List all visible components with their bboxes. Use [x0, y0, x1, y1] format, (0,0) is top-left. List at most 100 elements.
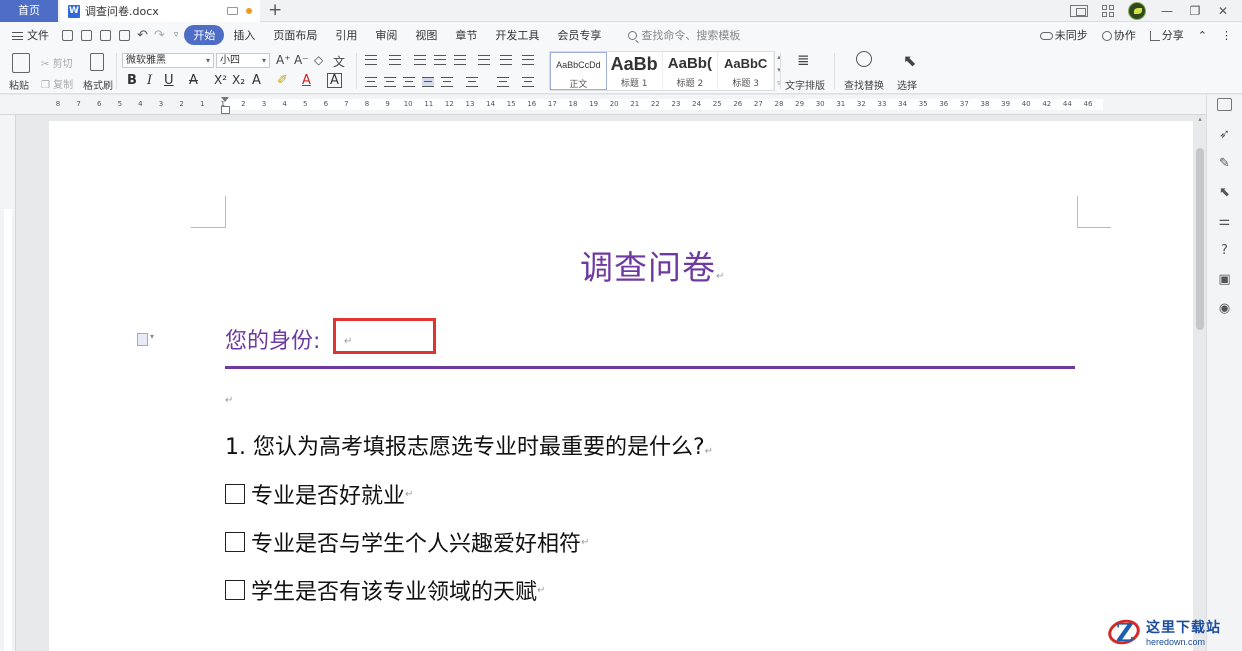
print-icon[interactable]	[100, 29, 111, 41]
paste-icon[interactable]	[12, 53, 30, 73]
paste-button[interactable]: 粘贴	[9, 77, 29, 92]
document-tab[interactable]: W 调查问卷.docx	[60, 0, 260, 22]
apps-grid-icon[interactable]	[1102, 5, 1114, 17]
horizontal-ruler[interactable]: 8 7 6 5 4 3 2 1 1 2 3 4 5 6 7 8 9 10 11 12 13 14 15 16 17 18 19 20 2…	[0, 95, 1206, 115]
location-icon[interactable]: ◉	[1217, 301, 1232, 316]
increase-indent-icon[interactable]	[434, 55, 446, 65]
home-tab[interactable]: 首页	[0, 0, 58, 22]
clear-format-button[interactable]: ◇	[314, 53, 323, 67]
char-border-button[interactable]: A	[327, 73, 342, 88]
minimize-button[interactable]: —	[1160, 4, 1174, 18]
style-heading-1[interactable]: AaBb 标题 1	[607, 52, 663, 90]
align-center-icon[interactable]	[384, 77, 396, 87]
customize-icon[interactable]: ▿	[174, 30, 179, 40]
underline-button[interactable]: U	[164, 73, 174, 88]
document-title[interactable]: 调查问卷↵	[580, 241, 725, 289]
layout-icon[interactable]	[1070, 5, 1088, 17]
tab-page-layout[interactable]: 页面布局	[264, 27, 326, 43]
paragraph-anchor-icon[interactable]	[137, 332, 157, 347]
rocket-icon[interactable]: ➶	[1217, 127, 1232, 142]
cursor-icon[interactable]: ⬉	[1217, 185, 1232, 200]
shading-icon[interactable]	[497, 77, 509, 87]
align-left-icon[interactable]	[365, 77, 377, 87]
align-right-icon[interactable]	[403, 77, 415, 87]
copy-button[interactable]: ❐ 复制	[41, 76, 73, 91]
text-layout-button[interactable]: 文字排版	[785, 77, 825, 92]
justify-icon[interactable]	[422, 77, 434, 87]
line-spacing-icon[interactable]	[466, 77, 478, 87]
numbering-icon[interactable]	[389, 55, 401, 65]
settings-sliders-icon[interactable]: ⚌	[1217, 214, 1232, 229]
text-layout-icon[interactable]: ≣	[797, 51, 810, 69]
monitor-icon[interactable]	[227, 7, 238, 15]
phonetic-button[interactable]: 文	[333, 53, 345, 70]
tab-member[interactable]: 会员专享	[548, 27, 610, 43]
document-page[interactable]: 调查问卷↵ 您的身份: ↵ ↵ 1. 您认为高考填报志愿选专业时最重要的是什么?…	[49, 121, 1193, 651]
more-icon[interactable]: ⋮	[1221, 29, 1232, 42]
superscript-button[interactable]: X²	[214, 73, 227, 87]
style-normal[interactable]: AaBbCcDd 正文	[550, 52, 607, 90]
find-replace-button[interactable]: 查找替换	[844, 77, 884, 92]
format-painter-button[interactable]: 格式刷	[83, 77, 113, 92]
sort-icon[interactable]	[478, 55, 490, 65]
tab-insert[interactable]: 插入	[224, 27, 264, 43]
bullets-icon[interactable]	[365, 55, 377, 65]
show-marks-icon[interactable]	[500, 55, 512, 65]
option-3[interactable]: 学生是否有该专业领域的天赋 ↵	[225, 574, 545, 606]
font-grow-button[interactable]: A⁺	[276, 53, 291, 67]
font-name-select[interactable]: 微软雅黑 ▾	[122, 53, 214, 68]
style-gallery-scroll[interactable]: ▴ ▾ ▿	[775, 51, 783, 91]
distribute-icon[interactable]	[441, 77, 453, 87]
checkbox[interactable]	[225, 484, 245, 504]
font-shrink-button[interactable]: A⁻	[294, 53, 309, 67]
option-1[interactable]: 专业是否好就业 ↵	[225, 478, 413, 510]
chinese-layout-icon[interactable]	[454, 55, 466, 65]
strikethrough-button[interactable]: A	[189, 73, 198, 88]
checkbox[interactable]	[225, 580, 245, 600]
panel-toggle-icon[interactable]	[1217, 98, 1232, 111]
tab-stops-icon[interactable]	[522, 55, 534, 65]
help-icon[interactable]: ?	[1217, 243, 1232, 258]
collab-button[interactable]: 协作	[1101, 27, 1136, 43]
avatar[interactable]	[1128, 2, 1146, 20]
pen-icon[interactable]: ✎	[1217, 156, 1232, 171]
close-button[interactable]: ✕	[1216, 4, 1230, 18]
scrollbar-thumb[interactable]	[1196, 148, 1204, 330]
font-color-button[interactable]: A	[302, 73, 311, 88]
cut-button[interactable]: ✂ 剪切	[41, 55, 73, 70]
redo-icon[interactable]: ↷	[154, 28, 165, 43]
highlight-button[interactable]: ✐	[277, 73, 288, 88]
decrease-indent-icon[interactable]	[414, 55, 426, 65]
tab-references[interactable]: 引用	[326, 27, 366, 43]
export-icon[interactable]	[81, 29, 92, 41]
file-menu[interactable]: 文件	[0, 27, 58, 43]
vertical-scrollbar[interactable]: ▴	[1194, 115, 1206, 651]
select-button[interactable]: 选择	[897, 77, 917, 92]
bold-button[interactable]: B	[127, 73, 137, 88]
tab-home[interactable]: 开始	[184, 25, 225, 45]
tab-review[interactable]: 审阅	[366, 27, 406, 43]
tab-developer[interactable]: 开发工具	[486, 27, 548, 43]
font-effect-button[interactable]: A	[252, 73, 261, 88]
font-size-select[interactable]: 小四 ▾	[216, 53, 270, 68]
undo-icon[interactable]: ↶	[137, 28, 148, 43]
find-replace-icon[interactable]	[856, 51, 872, 67]
restore-button[interactable]: ❐	[1188, 4, 1202, 18]
option-2[interactable]: 专业是否与学生个人兴趣爱好相符 ↵	[225, 526, 589, 558]
command-search[interactable]: 查找命令、搜索模板	[628, 27, 740, 43]
tab-view[interactable]: 视图	[406, 27, 446, 43]
vertical-ruler[interactable]	[0, 115, 16, 651]
collapse-ribbon-icon[interactable]: ⌃	[1198, 29, 1207, 42]
format-painter-icon[interactable]	[90, 53, 104, 71]
borders-icon[interactable]	[522, 77, 534, 87]
share-button[interactable]: 分享	[1149, 27, 1184, 43]
sync-button[interactable]: 未同步	[1039, 27, 1088, 43]
italic-button[interactable]: I	[147, 73, 152, 88]
new-tab-button[interactable]: +	[268, 0, 282, 22]
style-heading-2[interactable]: AaBb( 标题 2	[663, 52, 719, 90]
scroll-up-icon[interactable]: ▴	[1196, 115, 1204, 123]
subscript-button[interactable]: X₂	[232, 73, 245, 87]
save-icon[interactable]	[62, 29, 73, 41]
select-cursor-icon[interactable]: ⬉	[903, 51, 916, 70]
gallery-icon[interactable]: ▣	[1217, 272, 1232, 287]
